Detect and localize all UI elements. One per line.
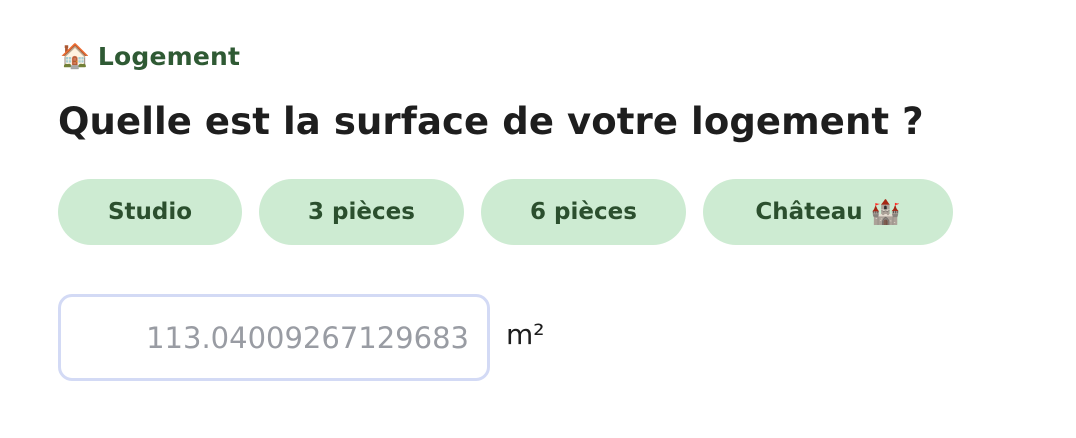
option-chateau-button[interactable]: Château 🏰 <box>703 179 953 245</box>
surface-input[interactable] <box>58 294 490 381</box>
surface-input-row: m² <box>58 294 545 381</box>
question-title: Quelle est la surface de votre logement … <box>58 100 924 143</box>
house-icon: 🏠 <box>60 42 90 70</box>
preset-options: Studio 3 pièces 6 pièces Château 🏰 <box>58 179 970 245</box>
option-label: 3 pièces <box>308 199 415 225</box>
option-label: 6 pièces <box>530 199 637 225</box>
unit-label: m² <box>506 318 545 351</box>
option-6-pieces-button[interactable]: 6 pièces <box>481 179 686 245</box>
option-studio-button[interactable]: Studio <box>58 179 242 245</box>
option-3-pieces-button[interactable]: 3 pièces <box>259 179 464 245</box>
castle-icon: 🏰 <box>870 198 901 226</box>
category-label: Logement <box>97 41 241 71</box>
option-label: Studio <box>107 199 193 225</box>
option-label: Château <box>755 199 863 225</box>
category-heading: 🏠 Logement <box>60 40 240 72</box>
